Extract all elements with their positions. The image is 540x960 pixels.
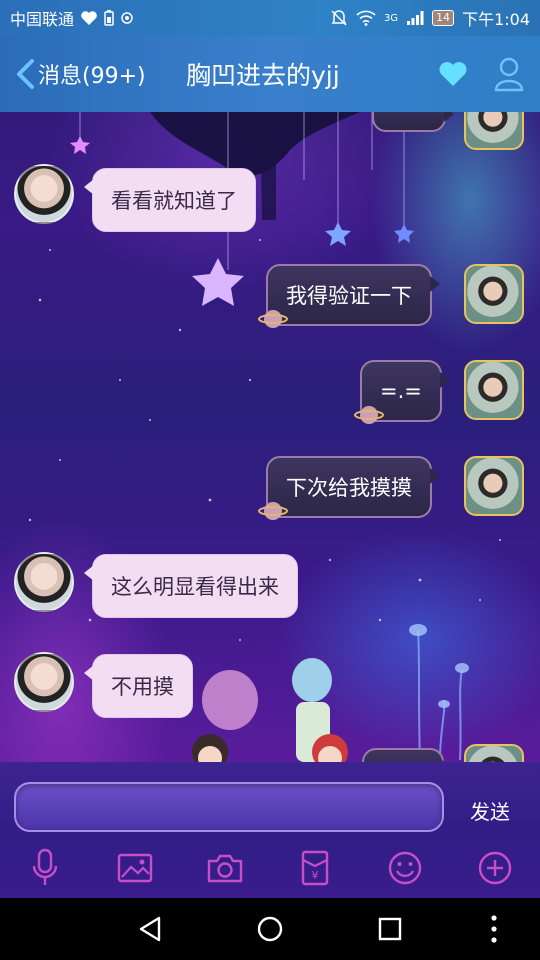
- microphone-icon: [32, 848, 58, 885]
- nav-back-button[interactable]: [133, 912, 167, 946]
- svg-text:¥: ¥: [312, 869, 319, 882]
- network-type-label: 3G: [383, 12, 399, 24]
- home-circle-icon: [257, 916, 283, 942]
- message-bubble-incoming[interactable]: 这么明显看得出来: [84, 554, 298, 618]
- red-envelope-icon: ¥: [301, 850, 329, 886]
- avatar-self[interactable]: [464, 360, 524, 420]
- back-button[interactable]: 消息(99+): [14, 58, 146, 90]
- emoji-button[interactable]: [383, 846, 427, 890]
- app-notification-icon: [121, 12, 133, 24]
- message-text: =.=: [380, 379, 422, 403]
- avatar-self[interactable]: [464, 456, 524, 516]
- message-input[interactable]: [14, 782, 444, 832]
- mute-icon: [331, 10, 347, 26]
- voice-button[interactable]: [23, 846, 67, 890]
- message-bubble-outgoing[interactable]: 我得验证一下: [266, 264, 440, 326]
- message-text: 我得验证一下: [286, 284, 412, 308]
- heart-icon: [439, 62, 467, 86]
- input-panel: 发送 ¥: [0, 762, 540, 898]
- recents-square-icon: [378, 917, 402, 941]
- chat-title: 胸凹进去的yjj: [186, 61, 340, 90]
- user-icon: [494, 57, 524, 92]
- battery-saver-icon: [104, 10, 114, 26]
- system-nav-bar: [0, 898, 540, 960]
- nav-recents-button[interactable]: [373, 912, 407, 946]
- avatar-contact[interactable]: [14, 652, 74, 712]
- message-text: 这么明显看得出来: [111, 575, 279, 599]
- message-text: 看看就知道了: [111, 189, 237, 213]
- more-button[interactable]: [473, 846, 517, 890]
- plus-icon: [478, 851, 512, 885]
- camera-icon: [207, 854, 243, 883]
- heart-monitor-icon: [81, 11, 97, 25]
- chat-header: 消息(99+) 胸凹进去的yjj: [0, 36, 540, 112]
- message-text: 下次给我摸摸: [286, 476, 412, 500]
- camera-button[interactable]: [203, 846, 247, 890]
- message-bubble-incoming[interactable]: 看看就知道了: [84, 168, 256, 232]
- wifi-icon: [356, 10, 376, 26]
- image-icon: [117, 853, 153, 883]
- intimacy-button[interactable]: [438, 60, 468, 92]
- red-envelope-button[interactable]: ¥: [293, 846, 337, 890]
- emoji-icon: [388, 851, 422, 885]
- message-text: 不用摸: [111, 675, 174, 699]
- planet-icon: [258, 502, 288, 520]
- profile-button[interactable]: [494, 56, 524, 96]
- chevron-left-icon: [17, 59, 34, 89]
- image-button[interactable]: [113, 846, 157, 890]
- message-bubble-outgoing[interactable]: 下次给我摸摸: [266, 456, 440, 518]
- avatar-contact[interactable]: [14, 552, 74, 612]
- menu-dots-icon: [491, 915, 497, 943]
- back-triangle-icon: [139, 916, 161, 942]
- nav-home-button[interactable]: [253, 912, 287, 946]
- send-button[interactable]: 发送: [470, 796, 510, 825]
- avatar-self[interactable]: [464, 264, 524, 324]
- message-list[interactable]: 看看就知道了 我得验证一下 =.= 下次给我摸摸 这么明显看得出来 不用摸: [0, 112, 540, 762]
- message-bubble-incoming[interactable]: 不用摸: [84, 654, 193, 718]
- clock-label: 下午1:04: [462, 10, 530, 29]
- planet-icon: [354, 406, 384, 424]
- back-label: 消息(99+): [38, 64, 146, 89]
- signal-icon: [407, 11, 424, 25]
- message-bubble-partial[interactable]: [362, 748, 452, 762]
- planet-icon: [258, 310, 288, 328]
- battery-icon: 14: [432, 10, 455, 26]
- input-toolbar: ¥: [0, 844, 540, 894]
- message-bubble-partial[interactable]: [372, 112, 454, 132]
- avatar-self[interactable]: [464, 112, 524, 150]
- avatar-contact[interactable]: [14, 164, 74, 224]
- status-bar: 中国联通 3G 14 下午1:04: [0, 0, 540, 36]
- nav-menu-button[interactable]: [477, 912, 511, 946]
- carrier-label: 中国联通: [10, 10, 75, 29]
- avatar-self[interactable]: [464, 744, 524, 762]
